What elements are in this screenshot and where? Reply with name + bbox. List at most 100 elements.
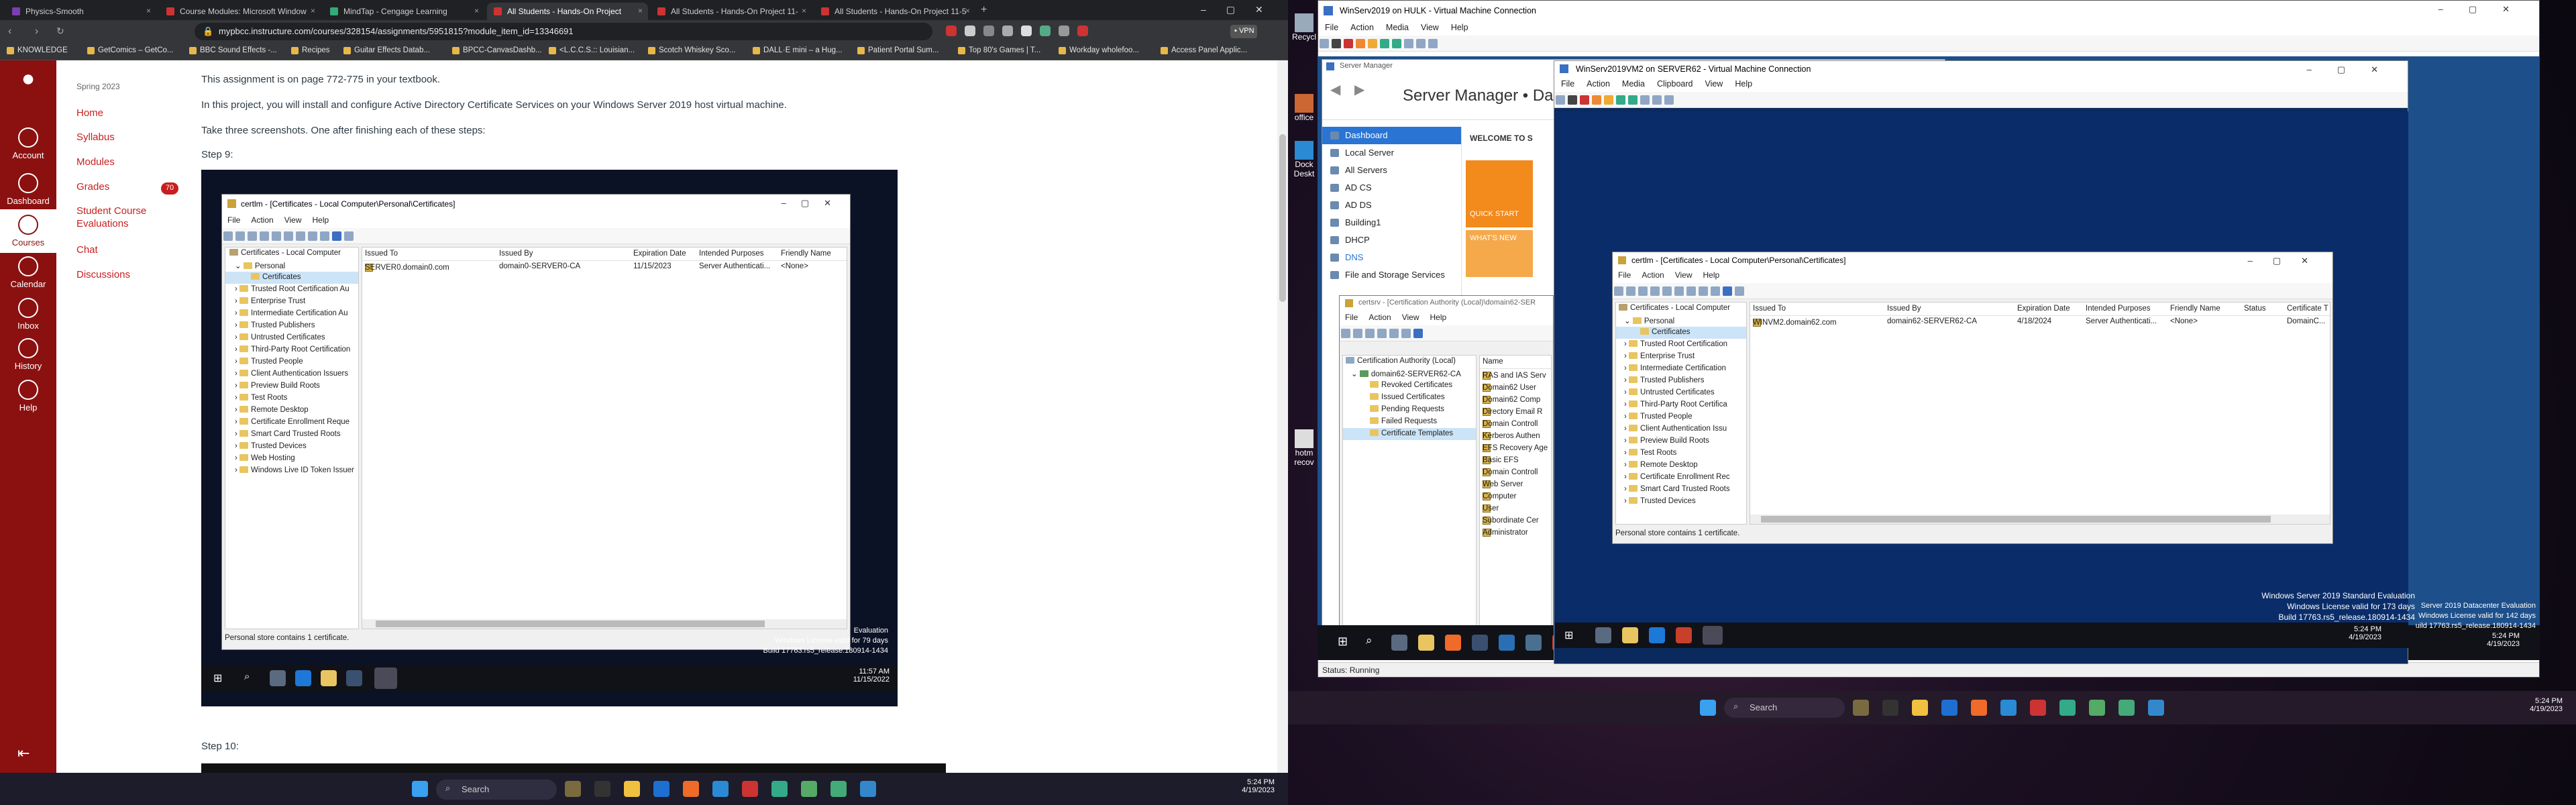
system-clock[interactable]: 5:24 PM 4/19/2023: [1242, 778, 1275, 794]
column-header[interactable]: Intended Purposes: [2086, 305, 2151, 313]
search-icon[interactable]: ⌕: [244, 671, 250, 682]
app-icon[interactable]: [771, 781, 788, 797]
task-view-icon[interactable]: [1595, 627, 1611, 643]
menu-file[interactable]: File: [227, 215, 240, 225]
app-icon[interactable]: [1676, 627, 1692, 643]
brave-icon[interactable]: [683, 781, 699, 797]
system-clock[interactable]: 5:24 PM 4/19/2023: [2530, 697, 2563, 713]
course-nav-modules[interactable]: Modules: [76, 156, 115, 168]
close-icon[interactable]: ×: [965, 6, 970, 15]
tree-node[interactable]: › Smart Card Trusted Roots: [225, 429, 358, 441]
bookmark-item[interactable]: Recipes: [290, 46, 330, 54]
reset-icon[interactable]: [1628, 95, 1638, 105]
turn-off-icon[interactable]: [1344, 39, 1353, 48]
delete-icon[interactable]: [1674, 286, 1684, 296]
column-header[interactable]: Friendly Name: [781, 250, 831, 258]
tree-node[interactable]: › Windows Live ID Token Issuer: [225, 465, 358, 477]
close-icon[interactable]: ×: [311, 6, 315, 15]
tree-node[interactable]: ⌄ Personal: [1616, 315, 1746, 327]
new-tab-icon[interactable]: +: [981, 4, 987, 16]
explorer-icon[interactable]: [1418, 635, 1434, 651]
menu-item[interactable]: Media: [1386, 23, 1409, 32]
export-icon[interactable]: [1401, 329, 1411, 338]
back-icon[interactable]: ‹: [8, 25, 11, 38]
sm-nav-building1[interactable]: Building1: [1322, 214, 1461, 231]
mmc-icon[interactable]: [1735, 286, 1744, 296]
app-icon[interactable]: [2059, 700, 2076, 716]
list-item[interactable]: RAS and IAS Serv: [1480, 369, 1551, 381]
table-row[interactable]: WINVM2.domain62.com domain62-SERVER62-CA…: [1750, 316, 2330, 328]
windows-start-icon[interactable]: ⊞: [1338, 635, 1348, 649]
column-header[interactable]: Status: [2244, 305, 2266, 313]
app-icon[interactable]: [860, 781, 876, 797]
window-controls[interactable]: –▢✕: [782, 198, 846, 209]
edge-icon[interactable]: [1649, 627, 1665, 643]
desktop-icon-hotmail[interactable]: hotm recov: [1292, 429, 1316, 467]
tree-node[interactable]: Issued Certificates: [1343, 392, 1476, 404]
menu-item[interactable]: Action: [1368, 313, 1391, 322]
revert-icon[interactable]: [1652, 95, 1662, 105]
app-icon[interactable]: [2148, 700, 2164, 716]
tree-node[interactable]: › Trusted Root Certification Au: [225, 284, 358, 296]
tree-node[interactable]: › Untrusted Certificates: [225, 332, 358, 344]
tree-node[interactable]: Pending Requests: [1343, 404, 1476, 416]
menu-item[interactable]: Media: [1622, 79, 1645, 89]
help-icon[interactable]: [1413, 329, 1423, 338]
enhanced-session-icon[interactable]: [1664, 95, 1674, 105]
column-header[interactable]: Friendly Name: [2170, 305, 2220, 313]
bookmark-item[interactable]: Patient Portal Sum...: [856, 46, 938, 54]
pause-icon[interactable]: [1380, 39, 1389, 48]
widgets-icon[interactable]: [565, 781, 581, 797]
column-header[interactable]: Issued To: [1753, 305, 1786, 313]
list-item[interactable]: Administrator: [1480, 526, 1551, 538]
tree-node[interactable]: › Intermediate Certification Au: [225, 308, 358, 320]
up-icon[interactable]: [1365, 329, 1375, 338]
server-manager-icon[interactable]: [1472, 635, 1488, 651]
list-item[interactable]: Kerberos Authen: [1480, 429, 1551, 441]
tree-node[interactable]: › Certificate Enrollment Reque: [225, 417, 358, 429]
vm-clock[interactable]: 11:57 AM 11/15/2022: [853, 667, 890, 684]
explorer-icon[interactable]: [321, 670, 337, 686]
delete-icon[interactable]: [284, 231, 293, 241]
list-item[interactable]: Web Server: [1480, 478, 1551, 490]
pause-icon[interactable]: [1616, 95, 1625, 105]
tree-node[interactable]: › Third-Party Root Certification: [225, 344, 358, 356]
show-hide-tree-icon[interactable]: [260, 231, 269, 241]
column-header[interactable]: Certificate T: [2287, 305, 2328, 313]
tree-node[interactable]: › Preview Build Roots: [225, 380, 358, 392]
tree-node[interactable]: Certificates - Local Computer: [225, 248, 358, 260]
window-controls[interactable]: –▢✕: [2248, 256, 2328, 266]
tree-node[interactable]: Revoked Certificates: [1343, 380, 1476, 392]
back-icon[interactable]: [1614, 286, 1623, 296]
back-icon[interactable]: [223, 231, 233, 241]
windows-start-icon[interactable]: ⊞: [213, 672, 222, 685]
forward-icon[interactable]: ›: [35, 25, 38, 38]
sm-nav-dns[interactable]: DNS: [1322, 249, 1461, 266]
start-icon[interactable]: [1568, 95, 1577, 105]
bookmark-item[interactable]: Scotch Whiskey Sco...: [647, 46, 735, 54]
close-icon[interactable]: ×: [146, 6, 151, 15]
task-view-icon[interactable]: [594, 781, 610, 797]
brave-icon[interactable]: [1971, 700, 1987, 716]
sm-nav-ad-cs[interactable]: AD CS: [1322, 179, 1461, 197]
tree-node[interactable]: › Remote Desktop: [225, 405, 358, 417]
tree-node[interactable]: › Trusted Devices: [1616, 496, 1746, 508]
refresh-icon[interactable]: [308, 231, 317, 241]
vscode-icon[interactable]: [2000, 700, 2017, 716]
bookmark-item[interactable]: Workday wholefoo...: [1057, 46, 1139, 54]
extension-icons[interactable]: [946, 25, 1187, 38]
menu-item[interactable]: Clipboard: [1657, 79, 1693, 89]
horizontal-scrollbar[interactable]: [1750, 515, 2330, 524]
tree-node[interactable]: › Enterprise Trust: [225, 296, 358, 308]
tree-node-selected[interactable]: Certificate Templates: [1343, 428, 1476, 440]
list-item[interactable]: User: [1480, 502, 1551, 514]
ctrl-alt-del-icon[interactable]: [1556, 95, 1565, 105]
list-item[interactable]: Domain Controll: [1480, 417, 1551, 429]
app-icon[interactable]: [801, 781, 817, 797]
tree-node[interactable]: › Smart Card Trusted Roots: [1616, 484, 1746, 496]
vm2-clock[interactable]: 5:24 PM 4/19/2023: [2349, 625, 2381, 641]
app-icon[interactable]: [2089, 700, 2105, 716]
forward-icon[interactable]: [1353, 329, 1362, 338]
help-icon[interactable]: [332, 231, 341, 241]
menu-item[interactable]: Help: [1430, 313, 1447, 322]
